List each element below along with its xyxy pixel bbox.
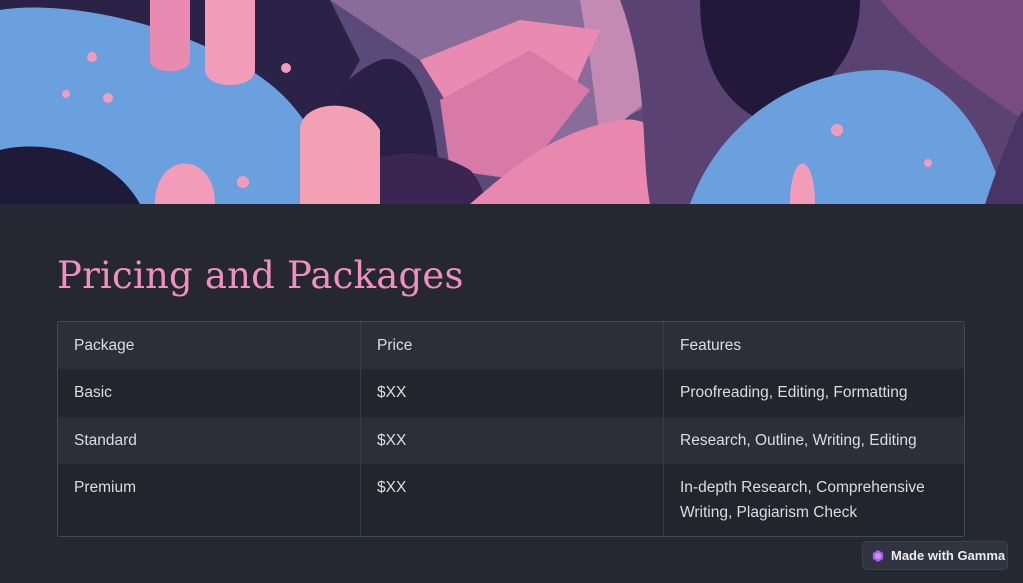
features-cell: Research, Outline, Writing, Editing [680, 432, 917, 449]
table-row: Basic $XX Proofreading, Editing, Formatt… [58, 369, 964, 417]
price-cell: $XX [361, 369, 664, 417]
table-header-row: Package Price Features [58, 322, 964, 369]
content-area: Pricing and Packages Package Price Featu… [57, 204, 965, 537]
features-cell: In-depth Research, Comprehensive Writing… [680, 479, 925, 521]
hero-illustration [0, 0, 1023, 204]
gamma-logo-icon [872, 549, 884, 562]
price-cell: $XX [361, 417, 664, 464]
pricing-table: Package Price Features Basic $XX Proofre… [57, 321, 965, 537]
header-features: Features [680, 337, 742, 354]
package-cell: Premium [58, 464, 361, 536]
page-title: Pricing and Packages [57, 254, 464, 297]
header-package: Package [58, 322, 361, 369]
header-price: Price [361, 322, 664, 369]
table-row: Standard $XX Research, Outline, Writing,… [58, 417, 964, 464]
package-cell: Standard [58, 417, 361, 464]
table-row: Premium $XX In-depth Research, Comprehen… [58, 464, 964, 536]
package-cell: Basic [58, 369, 361, 417]
badge-label: Made with Gamma [891, 548, 1006, 563]
price-cell: $XX [361, 464, 664, 536]
slide: Pricing and Packages Package Price Featu… [0, 0, 1023, 583]
features-cell: Proofreading, Editing, Formatting [680, 384, 908, 401]
made-with-gamma-button[interactable]: Made with Gamma [862, 541, 1008, 570]
